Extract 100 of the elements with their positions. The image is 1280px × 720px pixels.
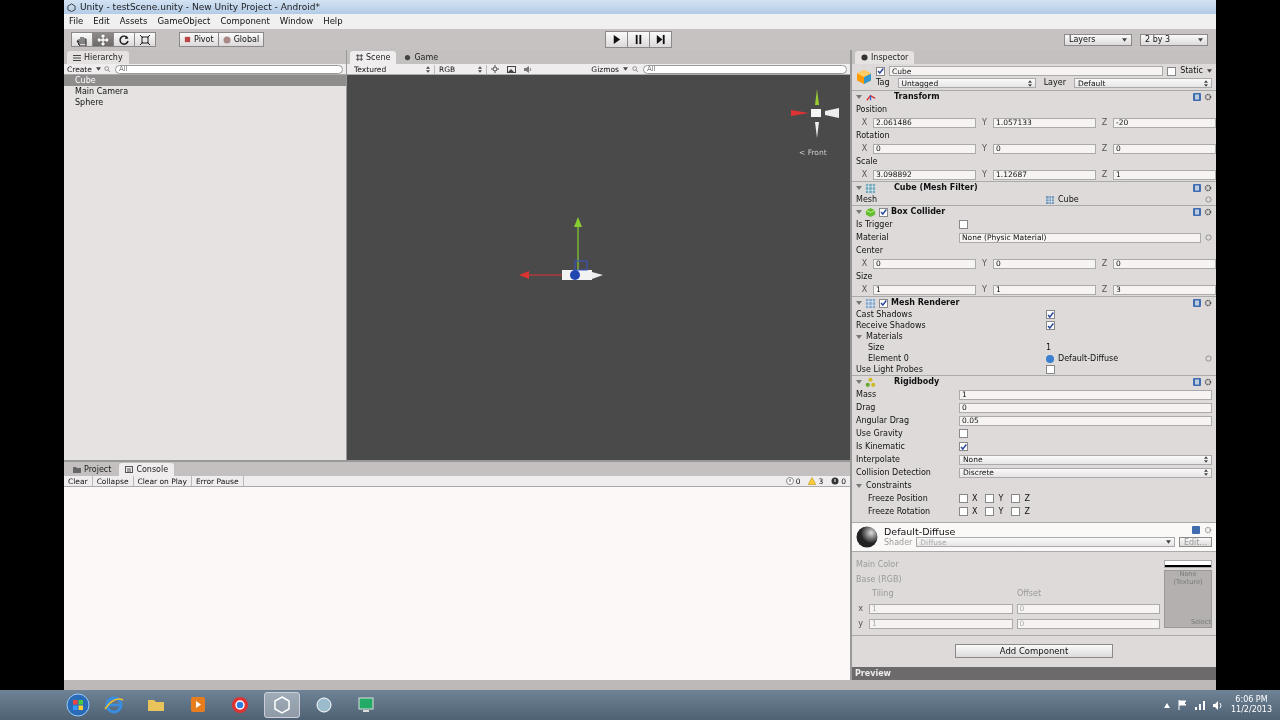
checkbox[interactable] xyxy=(1046,365,1055,374)
caret-icon xyxy=(1207,69,1212,73)
step-button[interactable] xyxy=(649,31,673,48)
menu-item[interactable]: GameObject xyxy=(152,16,216,27)
field-label: Element 0 xyxy=(867,353,910,364)
play-button[interactable] xyxy=(605,31,629,48)
book-icon xyxy=(1193,93,1201,101)
field-label: Collision Detection xyxy=(856,467,932,478)
play-icon xyxy=(611,34,623,45)
gear-icon xyxy=(1204,93,1212,101)
checkbox[interactable] xyxy=(985,494,995,503)
checkbox[interactable] xyxy=(959,220,968,229)
e-letter-icon xyxy=(103,694,125,716)
checkbox[interactable] xyxy=(959,429,968,438)
pause-button[interactable] xyxy=(627,31,651,48)
axis-label: Z xyxy=(1100,284,1109,295)
info-icon xyxy=(785,477,794,485)
grid-icon xyxy=(865,297,876,309)
ring-icon xyxy=(229,694,251,716)
grid-icon xyxy=(1046,195,1054,204)
view-tab[interactable]: Game xyxy=(398,51,445,64)
tool-button[interactable] xyxy=(113,32,135,47)
checkbox[interactable] xyxy=(959,442,968,451)
gear-icon xyxy=(1204,378,1212,386)
foldout[interactable]: Constraints xyxy=(856,480,912,491)
caret-icon xyxy=(623,67,628,71)
tiling-label: Tiling xyxy=(872,589,895,599)
menu-item[interactable]: Window xyxy=(274,16,319,27)
tool-button[interactable] xyxy=(134,32,156,47)
image-icon xyxy=(507,65,516,73)
hierarchy-item[interactable]: Main Camera xyxy=(64,86,346,97)
tool-button[interactable] xyxy=(71,32,93,47)
date-text: 11/2/2013 xyxy=(1230,705,1272,715)
field-label: Interpolate xyxy=(856,454,901,465)
grid-icon xyxy=(356,54,363,61)
checkbox[interactable] xyxy=(985,507,995,516)
field-label: Angular Drag xyxy=(856,415,911,426)
field-label: Freeze Position xyxy=(867,493,929,504)
error-icon xyxy=(831,477,840,485)
field-label: Receive Shadows xyxy=(856,320,927,331)
pivot-button[interactable]: Pivot xyxy=(179,32,219,47)
enable-checkbox[interactable] xyxy=(879,298,888,308)
checkbox[interactable] xyxy=(959,507,968,516)
global-button[interactable]: Global xyxy=(217,32,265,47)
panel-tab[interactable]: Console xyxy=(119,463,175,476)
step-icon xyxy=(655,34,667,45)
field-label: Mesh xyxy=(856,194,879,205)
field-label: Cast Shadows xyxy=(856,309,914,320)
hierarchy-item[interactable]: Sphere xyxy=(64,97,346,108)
checkbox[interactable] xyxy=(1046,310,1055,319)
checkbox[interactable] xyxy=(959,494,968,503)
view-tab[interactable]: Scene xyxy=(350,51,397,64)
axis-label: X xyxy=(972,493,978,504)
checkbox[interactable] xyxy=(1046,321,1055,330)
active-checkbox[interactable] xyxy=(876,66,885,76)
axis-label: X xyxy=(972,506,978,517)
layer-label: Layer xyxy=(1043,78,1066,88)
axis-label: Y xyxy=(998,493,1004,504)
clock[interactable]: 6:06 PM 11/2/2013 xyxy=(1230,695,1272,715)
camera-icon xyxy=(404,54,412,61)
field-label: Freeze Rotation xyxy=(867,506,932,517)
expanded-triangle-icon xyxy=(856,185,862,191)
expanded-triangle-icon xyxy=(856,94,862,100)
axis-label: Y xyxy=(998,506,1004,517)
menu-item[interactable]: Assets xyxy=(114,16,153,27)
start-button[interactable] xyxy=(66,693,90,717)
layout-dropdown[interactable]: 2 by 3 xyxy=(1140,33,1208,46)
layers-dropdown[interactable]: Layers xyxy=(1064,33,1132,46)
sun-icon xyxy=(491,65,499,74)
menu-item[interactable]: Help xyxy=(318,16,348,27)
menu-item[interactable]: Component xyxy=(215,16,275,27)
updown-arrows-icon xyxy=(426,65,430,73)
checkbox[interactable] xyxy=(1011,494,1021,503)
inspector-tab[interactable]: Inspector xyxy=(855,51,915,64)
offset-label: Offset xyxy=(1017,589,1042,599)
axis-label: Y xyxy=(981,143,988,154)
axis-label: Z xyxy=(1100,143,1109,154)
hierarchy-tab[interactable]: Hierarchy xyxy=(67,51,129,64)
field-label: Size xyxy=(867,342,886,353)
checkbox[interactable] xyxy=(1011,507,1021,516)
flag-icon xyxy=(1177,700,1187,710)
axis-label: X xyxy=(860,258,869,269)
gear-icon xyxy=(1204,299,1212,307)
axis-label: Z xyxy=(1024,506,1030,517)
picker-icon xyxy=(1205,234,1212,241)
color-swatch[interactable] xyxy=(1164,560,1212,568)
panel-tab[interactable]: Project xyxy=(67,463,118,476)
grid-icon xyxy=(865,182,876,194)
component-title: Mesh Renderer xyxy=(891,298,960,308)
add-component-button[interactable]: Add Component xyxy=(955,644,1113,659)
expanded-triangle-icon xyxy=(856,333,862,340)
foldout[interactable]: Materials xyxy=(856,331,903,342)
menu-item[interactable]: Edit xyxy=(88,16,115,27)
field-label: Material xyxy=(856,232,890,243)
static-checkbox[interactable] xyxy=(1167,66,1177,76)
enable-checkbox[interactable] xyxy=(879,207,888,217)
object-field[interactable]: Cube xyxy=(1046,194,1201,205)
taskbar-app[interactable] xyxy=(264,692,300,718)
object-field[interactable]: Default-Diffuse xyxy=(1046,353,1201,364)
menu-item[interactable]: File xyxy=(64,16,89,27)
